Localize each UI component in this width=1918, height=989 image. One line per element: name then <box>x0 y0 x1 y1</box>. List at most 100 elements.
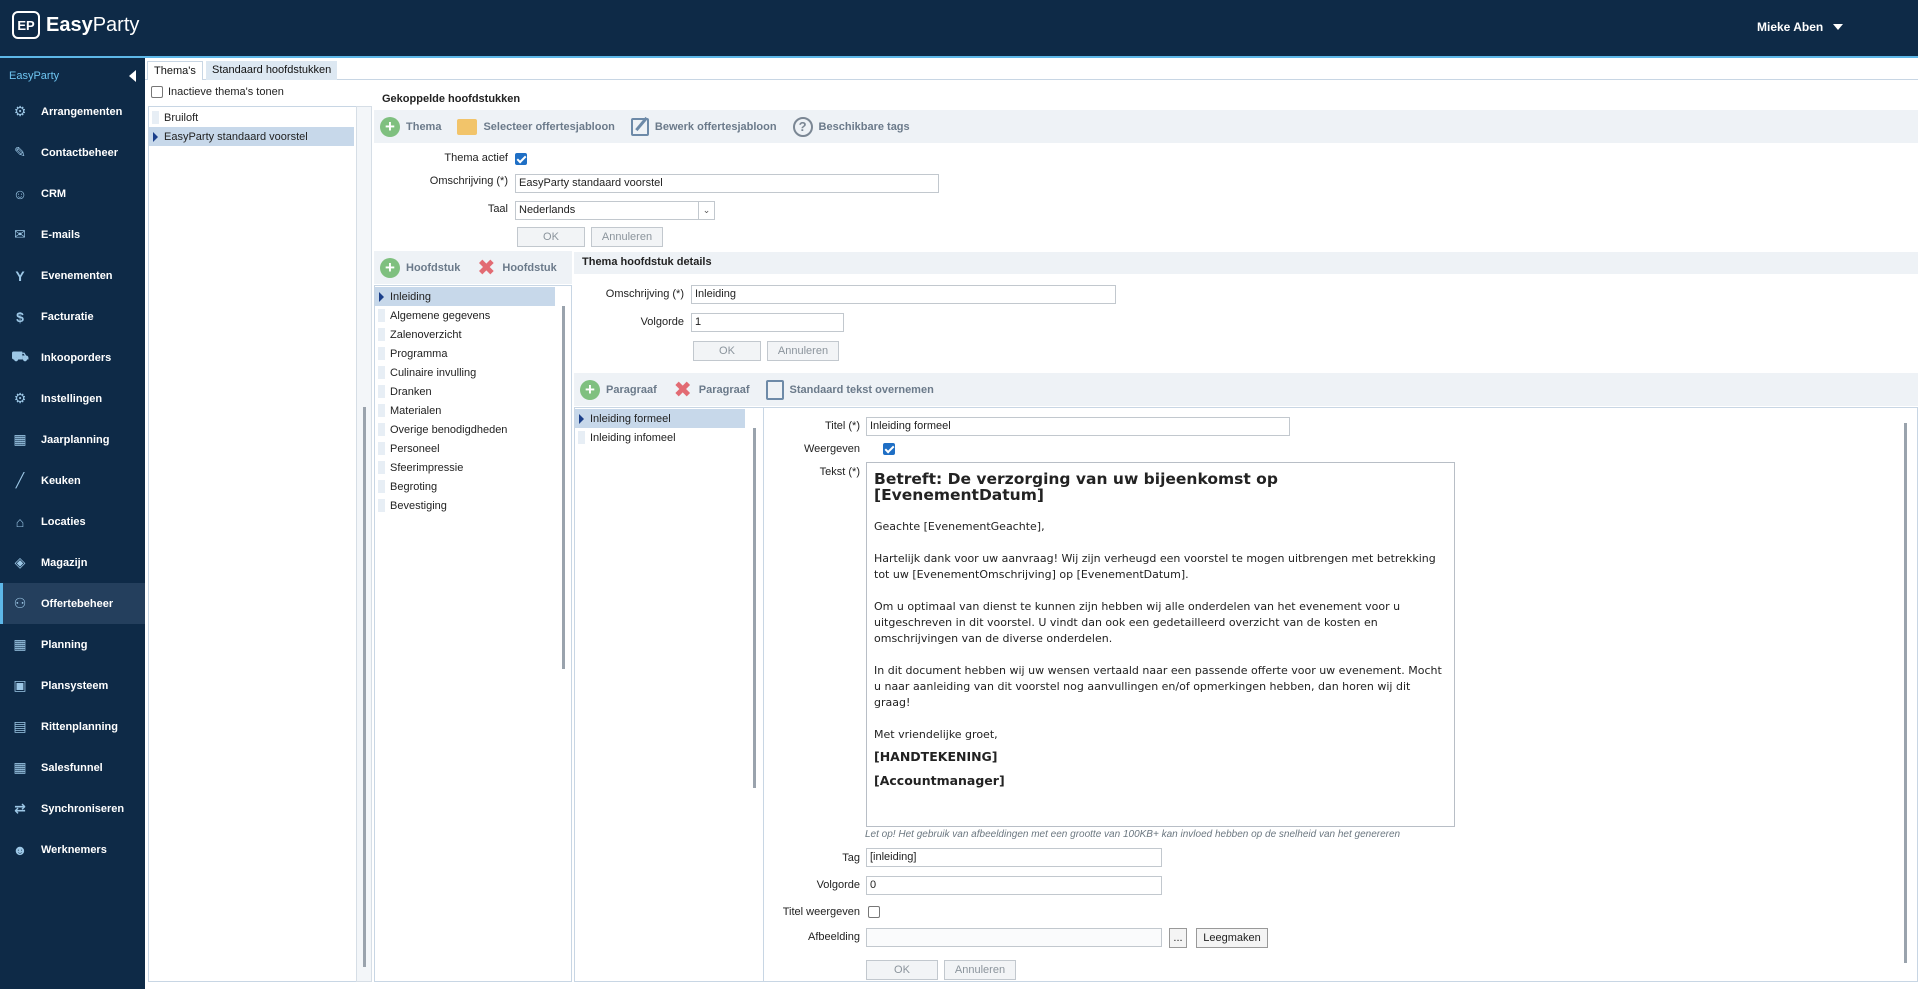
delete-icon: ✖ <box>477 254 496 280</box>
sidebar-item-jaarplanning[interactable]: ▦ Jaarplanning <box>0 419 145 460</box>
paragraph-order-label: Volgorde <box>816 879 860 891</box>
chapter-item[interactable]: Sfeerimpressie <box>375 458 555 477</box>
chapter-description-input[interactable]: Inleiding <box>691 285 1116 304</box>
user-name: Mieke Aben <box>1757 20 1824 34</box>
paragraph-list-scrollbar[interactable] <box>753 428 756 788</box>
available-tags-button[interactable]: ? Beschikbare tags <box>792 116 910 137</box>
show-title-checkbox[interactable] <box>868 906 880 918</box>
remove-paragraph-button[interactable]: ✖ Paragraaf <box>673 378 750 400</box>
section-linked-chapters-title: Gekoppelde hoofdstukken <box>374 89 1918 109</box>
sidebar-item-facturatie[interactable]: $ Facturatie <box>0 296 145 337</box>
theme-description-input[interactable]: EasyParty standaard voorstel <box>515 174 939 193</box>
paragraph-ok-button[interactable]: OK <box>866 960 938 980</box>
user-menu[interactable]: Mieke Aben <box>1757 20 1844 34</box>
paragraph-detail-scrollbar[interactable] <box>1904 423 1907 963</box>
chapter-list-scrollbar[interactable] <box>562 306 565 669</box>
sidebar-item-locaties[interactable]: ⌂ Locaties <box>0 501 145 542</box>
theme-item-easyparty[interactable]: EasyParty standaard voorstel <box>149 127 354 146</box>
chevron-down-icon <box>1833 24 1844 30</box>
inactive-themes-toggle[interactable]: Inactieve thema's tonen <box>151 86 284 98</box>
sidebar-item-magazijn[interactable]: ◈ Magazijn <box>0 542 145 583</box>
plus-icon: + <box>380 257 400 278</box>
sidebar-item-arrangementen[interactable]: ⚙ Arrangementen <box>0 91 145 132</box>
chapter-item[interactable]: Inleiding <box>375 287 555 306</box>
sidebar-item-salesfunnel[interactable]: ▦ Salesfunnel <box>0 747 145 788</box>
theme-list-scroll-track[interactable] <box>356 106 372 982</box>
inactive-themes-checkbox[interactable] <box>151 86 163 98</box>
sidebar-item-contactbeheer[interactable]: ✎ Contactbeheer <box>0 132 145 173</box>
copy-standard-text-button[interactable]: Standaard tekst overnemen <box>765 379 934 400</box>
add-paragraph-button[interactable]: + Paragraaf <box>580 379 657 400</box>
remove-chapter-button[interactable]: ✖ Hoofdstuk <box>476 254 557 280</box>
remove-paragraph-label: Paragraaf <box>698 383 750 396</box>
image-input[interactable] <box>866 928 1162 947</box>
chapter-item[interactable]: Programma <box>375 344 555 363</box>
arrangements-icon: ⚙ <box>13 103 27 119</box>
chapter-item[interactable]: Algemene gegevens <box>375 306 555 325</box>
chapter-item[interactable]: Personeel <box>375 439 555 458</box>
sidebar-item-offertebeheer[interactable]: ⚇ Offertebeheer <box>0 583 145 624</box>
browse-image-button[interactable]: ... <box>1169 928 1187 948</box>
language-select[interactable]: Nederlands ⌄ <box>515 201 715 220</box>
theme-ok-button[interactable]: OK <box>517 227 585 247</box>
add-chapter-button[interactable]: + Hoofdstuk <box>380 257 461 278</box>
chevron-down-icon[interactable]: ⌄ <box>698 202 714 219</box>
collapse-sidebar-icon[interactable] <box>129 70 136 82</box>
chapter-toolbar: + Hoofdstuk ✖ Hoofdstuk <box>374 251 572 284</box>
theme-list-scroll-thumb[interactable] <box>363 407 366 967</box>
add-chapter-label: Hoofdstuk <box>406 261 461 274</box>
inactive-themes-label: Inactieve thema's tonen <box>168 86 284 98</box>
sidebar-item-werknemers[interactable]: ☻ Werknemers <box>0 829 145 870</box>
chapter-item[interactable]: Dranken <box>375 382 555 401</box>
sidebar-item-crm[interactable]: ☺ CRM <box>0 173 145 214</box>
tab-themes[interactable]: Thema's <box>147 61 203 80</box>
app-logo[interactable]: EP EasyParty <box>12 11 139 39</box>
paragraph-item-infomeel[interactable]: Inleiding infomeel <box>575 428 745 447</box>
chapter-item[interactable]: Culinaire invulling <box>375 363 555 382</box>
paragraph-title-input[interactable]: Inleiding formeel <box>866 417 1290 436</box>
select-template-button[interactable]: Selecteer offertesjabloon <box>457 118 615 135</box>
chapter-item-label: Culinaire invulling <box>390 366 477 379</box>
chapter-item[interactable]: Materialen <box>375 401 555 420</box>
paragraph-order-input[interactable]: 0 <box>866 876 1162 895</box>
chapter-ok-button[interactable]: OK <box>693 341 761 361</box>
sidebar-item-planning[interactable]: ▦ Planning <box>0 624 145 665</box>
sidebar-item-keuken[interactable]: ╱ Keuken <box>0 460 145 501</box>
theme-item-bruiloft[interactable]: Bruiloft <box>149 108 354 127</box>
calendar-icon: ▦ <box>13 431 27 447</box>
sidebar-item-evenementen[interactable]: Y Evenementen <box>0 255 145 296</box>
plansystem-icon: ▣ <box>13 677 27 693</box>
sidebar-item-plansysteem[interactable]: ▣ Plansysteem <box>0 665 145 706</box>
tab-standard-chapters[interactable]: Standaard hoofdstukken <box>206 61 338 80</box>
chapter-item[interactable]: Overige benodigdheden <box>375 420 555 439</box>
text-paragraph: Hartelijk dank voor uw aanvraag! Wij zij… <box>874 552 1436 581</box>
buildings-icon: ⌂ <box>15 513 25 530</box>
paragraph-toolbar: + Paragraaf ✖ Paragraaf Standaard tekst ov… <box>574 373 1918 406</box>
chapter-item[interactable]: Begroting <box>375 477 555 496</box>
theme-active-checkbox[interactable] <box>515 153 527 165</box>
edit-template-button[interactable]: Bewerk offertesjabloon <box>630 117 777 136</box>
chapter-order-input[interactable]: 1 <box>691 313 844 332</box>
clear-image-button[interactable]: Leegmaken <box>1196 928 1268 948</box>
text-signature: [HANDTEKENING] <box>874 749 998 764</box>
chapter-item[interactable]: Bevestiging <box>375 496 555 515</box>
chapter-cancel-button[interactable]: Annuleren <box>767 341 839 361</box>
gear-icon: ⚙ <box>13 390 27 406</box>
employee-icon: ☻ <box>12 841 28 858</box>
chapter-item[interactable]: Zalenoverzicht <box>375 325 555 344</box>
paragraph-cancel-button[interactable]: Annuleren <box>944 960 1016 980</box>
paragraph-item-formeel[interactable]: Inleiding formeel <box>575 409 745 428</box>
theme-cancel-button[interactable]: Annuleren <box>591 227 663 247</box>
sidebar-item-e-mails[interactable]: ✉ E-mails <box>0 214 145 255</box>
sidebar-item-instellingen[interactable]: ⚙ Instellingen <box>0 378 145 419</box>
row-marker <box>378 461 385 474</box>
chapter-item-label: Overige benodigdheden <box>390 423 508 436</box>
paragraph-text-editor[interactable]: Betreft: De verzorging van uw bijeenkoms… <box>866 462 1455 827</box>
sidebar-item-inkooporders[interactable]: ⛟ Inkooporders <box>0 337 145 378</box>
paragraph-show-checkbox[interactable] <box>883 443 896 455</box>
add-theme-button[interactable]: + Thema <box>380 116 441 137</box>
tag-input[interactable]: [inleiding] <box>866 848 1162 867</box>
sidebar-item-synchroniseren[interactable]: ⇄ Synchroniseren <box>0 788 145 829</box>
sidebar-item-rittenplanning[interactable]: ▤ Rittenplanning <box>0 706 145 747</box>
row-marker <box>378 480 385 493</box>
